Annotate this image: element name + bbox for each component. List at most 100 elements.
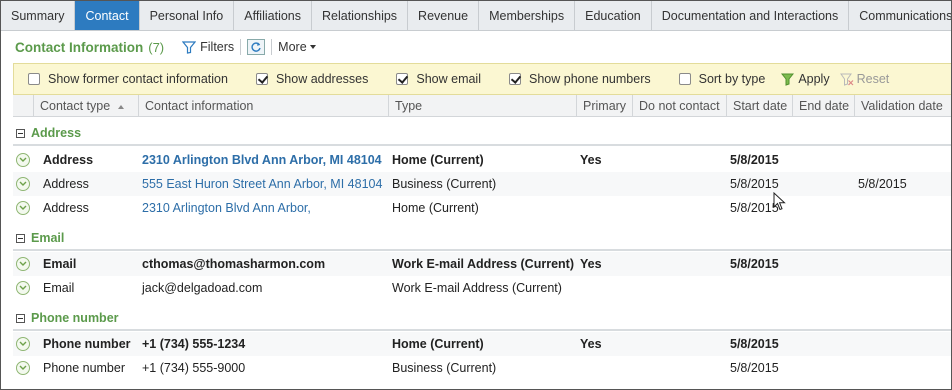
filters-button[interactable]: Filters xyxy=(182,40,234,54)
toolbar-divider xyxy=(240,39,242,55)
cell-contact-information[interactable]: 2310 Arlington Blvd Ann Arbor, xyxy=(142,196,311,220)
cell-type: Home (Current) xyxy=(392,153,484,167)
cell-type: Business (Current) xyxy=(392,177,497,191)
cell-start-date: 5/8/2015 xyxy=(730,177,779,191)
expand-row-icon[interactable] xyxy=(16,361,30,375)
table-row[interactable]: Address 555 East Huron Street Ann Arbor,… xyxy=(13,172,951,196)
table-row[interactable]: Email cthomas@thomasharmon.com Work E-ma… xyxy=(13,252,951,276)
caret-down-icon xyxy=(309,45,316,49)
show-email-option[interactable]: Show email xyxy=(396,72,481,86)
cell-start-date: 5/8/2015 xyxy=(730,257,779,271)
show-former-option[interactable]: Show former contact information xyxy=(28,72,228,86)
column-contact-information[interactable]: Contact information xyxy=(138,95,388,117)
expand-row-icon[interactable] xyxy=(16,257,30,271)
cell-contact-information[interactable]: 2310 Arlington Blvd Ann Arbor, MI 48104 xyxy=(142,148,382,172)
column-do-not-contact[interactable]: Do not contact xyxy=(632,95,726,117)
cell-contact-information[interactable]: +1 (734) 555-1234 xyxy=(142,332,245,356)
section-title: Contact Information xyxy=(15,39,144,55)
collapse-icon[interactable] xyxy=(16,128,25,138)
group-email[interactable]: Email xyxy=(13,227,951,251)
refresh-button[interactable] xyxy=(247,39,266,55)
tab-memberships[interactable]: Memberships xyxy=(479,1,576,30)
collapse-icon[interactable] xyxy=(16,233,25,243)
sort-by-type-checkbox[interactable] xyxy=(678,73,691,85)
tab-summary[interactable]: Summary xyxy=(1,1,76,30)
table-row[interactable]: Email jack@delgadoad.com Work E-mail Add… xyxy=(13,276,951,300)
expand-row-icon[interactable] xyxy=(16,281,30,295)
display-options-bar: Show former contact information Show add… xyxy=(13,63,951,95)
column-type[interactable]: Type xyxy=(388,95,576,117)
table-row[interactable]: Address 2310 Arlington Blvd Ann Arbor, M… xyxy=(13,148,951,172)
tab-education[interactable]: Education xyxy=(575,1,652,30)
tab-documentation-and-interactions[interactable]: Documentation and Interactions xyxy=(652,1,850,30)
sort-by-type-option[interactable]: Sort by type xyxy=(678,72,766,86)
cell-type: Business (Current) xyxy=(392,361,497,375)
table-row[interactable]: Phone number +1 (734) 555-9000 Business … xyxy=(13,356,951,380)
cell-contact-information[interactable]: jack@delgadoad.com xyxy=(142,276,262,300)
show-phone-label: Show phone numbers xyxy=(529,72,651,86)
cell-contact-information[interactable]: +1 (734) 555-9000 xyxy=(142,356,245,380)
show-addresses-option[interactable]: Show addresses xyxy=(255,72,368,86)
cell-contact-type: Email xyxy=(43,281,75,295)
table-row[interactable]: Address 2310 Arlington Blvd Ann Arbor, H… xyxy=(13,196,951,220)
cell-contact-type: Phone number xyxy=(43,361,126,375)
apply-button[interactable]: Apply xyxy=(781,72,830,86)
cell-primary: Yes xyxy=(580,257,602,271)
cell-validation-date: 5/8/2015 xyxy=(858,177,907,191)
sort-ascending-icon xyxy=(117,105,124,109)
cell-contact-type: Address xyxy=(43,201,89,215)
cell-contact-type: Address xyxy=(43,177,89,191)
column-end-date[interactable]: End date xyxy=(792,95,854,117)
cell-contact-type: Email xyxy=(43,257,77,271)
column-contact-type-label: Contact type xyxy=(40,99,111,113)
tab-contact[interactable]: Contact xyxy=(75,1,140,30)
tab-communications[interactable]: Communications xyxy=(849,1,951,30)
show-email-checkbox[interactable] xyxy=(396,73,409,85)
expand-row-icon[interactable] xyxy=(16,153,30,167)
group-phone-number[interactable]: Phone number xyxy=(13,307,951,331)
collapse-icon[interactable] xyxy=(16,313,25,323)
show-phone-option[interactable]: Show phone numbers xyxy=(509,72,651,86)
sort-by-type-label: Sort by type xyxy=(698,72,766,86)
expand-row-icon[interactable] xyxy=(16,177,30,191)
group-title: Phone number xyxy=(31,311,119,325)
cell-type: Home (Current) xyxy=(392,337,484,351)
cell-start-date: 5/8/2015 xyxy=(730,361,779,375)
cell-contact-information[interactable]: 555 East Huron Street Ann Arbor, MI 4810… xyxy=(142,172,382,196)
apply-label: Apply xyxy=(798,72,830,86)
reset-label: Reset xyxy=(856,72,890,86)
show-phone-checkbox[interactable] xyxy=(509,73,521,85)
show-email-label: Show email xyxy=(416,72,481,86)
expand-row-icon[interactable] xyxy=(16,201,30,215)
column-contact-type[interactable]: Contact type xyxy=(33,95,143,117)
cell-type: Home (Current) xyxy=(392,201,479,215)
tab-relationships[interactable]: Relationships xyxy=(312,1,409,30)
mouse-cursor-icon xyxy=(773,192,786,211)
cell-type: Work E-mail Address (Current) xyxy=(392,257,574,271)
more-menu[interactable]: More xyxy=(278,40,316,54)
reset-button[interactable]: Reset xyxy=(839,72,890,86)
show-addresses-checkbox[interactable] xyxy=(255,73,268,85)
section-header: Contact Information (7) Filters More xyxy=(1,31,951,63)
tab-bar: Summary Contact Personal Info Affiliatio… xyxy=(1,1,951,31)
cell-contact-information[interactable]: cthomas@thomasharmon.com xyxy=(142,252,325,276)
tab-revenue[interactable]: Revenue xyxy=(408,1,480,30)
filter-clear-icon xyxy=(839,73,854,86)
show-former-label: Show former contact information xyxy=(48,72,228,86)
more-label: More xyxy=(278,40,307,54)
grid-column-header: Contact type Contact information Type Pr… xyxy=(13,95,951,117)
cell-primary: Yes xyxy=(580,337,602,351)
column-start-date[interactable]: Start date xyxy=(726,95,792,117)
filters-label: Filters xyxy=(200,40,235,54)
group-title: Address xyxy=(31,126,82,140)
tab-personal-info[interactable]: Personal Info xyxy=(140,1,235,30)
tab-affiliations[interactable]: Affiliations xyxy=(234,1,312,30)
column-primary[interactable]: Primary xyxy=(576,95,632,117)
expand-row-icon[interactable] xyxy=(16,337,30,351)
table-row[interactable]: Phone number +1 (734) 555-1234 Home (Cur… xyxy=(13,332,951,356)
column-validation-date[interactable]: Validation date xyxy=(854,95,951,117)
contact-page: Summary Contact Personal Info Affiliatio… xyxy=(0,0,952,390)
cell-contact-type: Address xyxy=(43,153,94,167)
show-former-checkbox[interactable] xyxy=(28,73,40,85)
group-address[interactable]: Address xyxy=(13,122,951,146)
